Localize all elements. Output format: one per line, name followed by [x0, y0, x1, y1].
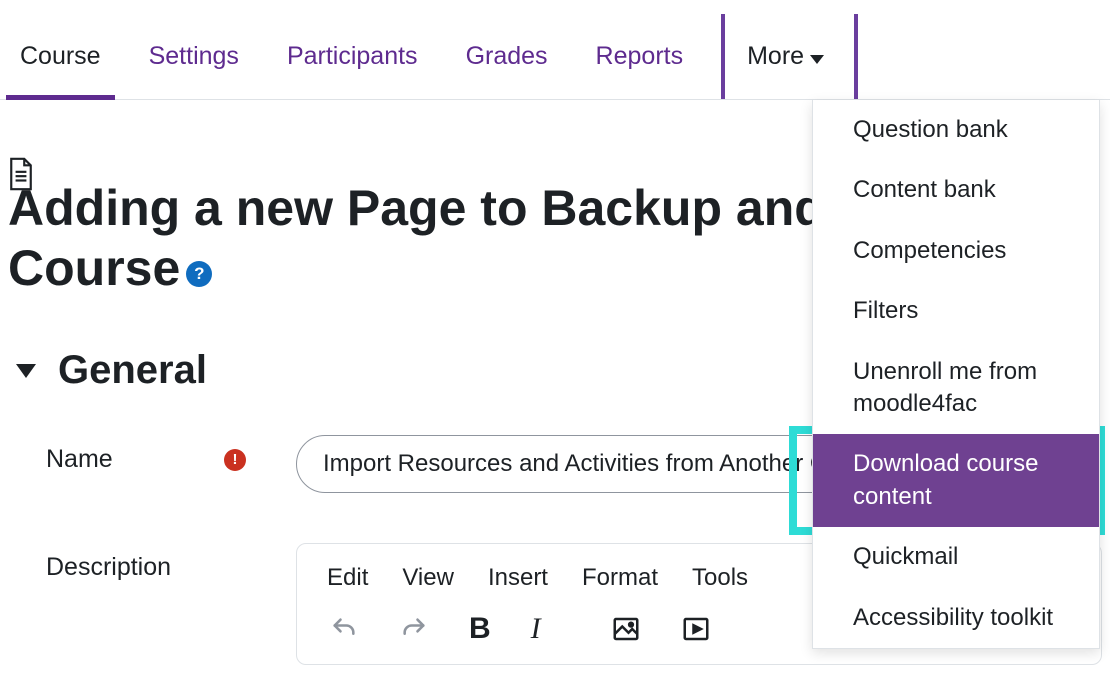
tab-participants[interactable]: Participants [287, 42, 418, 99]
tab-reports[interactable]: Reports [596, 42, 684, 99]
tab-grades[interactable]: Grades [466, 42, 548, 99]
editor-menu-edit[interactable]: Edit [327, 564, 368, 592]
page-resource-icon [8, 144, 34, 178]
dropdown-quickmail[interactable]: Quickmail [813, 527, 1099, 587]
description-label: Description [46, 543, 296, 582]
chevron-down-icon [810, 55, 824, 64]
tab-more[interactable]: More [721, 14, 858, 99]
dropdown-unenroll[interactable]: Unenroll me from moodle4fac [813, 342, 1099, 435]
redo-icon[interactable] [399, 614, 429, 644]
editor-menu-format[interactable]: Format [582, 564, 658, 592]
tab-course[interactable]: Course [20, 42, 101, 99]
dropdown-filters[interactable]: Filters [813, 281, 1099, 341]
section-general-title: General [58, 348, 207, 393]
dropdown-competencies[interactable]: Competencies [813, 221, 1099, 281]
required-icon: ! [224, 449, 246, 471]
editor-menu-insert[interactable]: Insert [488, 564, 548, 592]
undo-icon[interactable] [329, 614, 359, 644]
image-icon[interactable] [611, 614, 641, 644]
bold-icon[interactable]: B [469, 612, 491, 646]
dropdown-content-bank[interactable]: Content bank [813, 160, 1099, 220]
tab-settings[interactable]: Settings [149, 42, 239, 99]
name-label: Name ! [46, 435, 296, 474]
course-tab-bar: Course Settings Participants Grades Repo… [0, 0, 1110, 100]
help-icon[interactable]: ? [186, 261, 212, 287]
dropdown-download-course-content[interactable]: Download course content [813, 434, 1099, 527]
dropdown-question-bank[interactable]: Question bank [813, 100, 1099, 160]
dropdown-accessibility-toolkit[interactable]: Accessibility toolkit [813, 588, 1099, 648]
chevron-down-icon [16, 364, 36, 378]
more-dropdown: Question bank Content bank Competencies … [812, 100, 1100, 649]
media-icon[interactable] [681, 614, 711, 644]
editor-menu-tools[interactable]: Tools [692, 564, 748, 592]
tab-more-label: More [747, 42, 804, 71]
editor-menu-view[interactable]: View [402, 564, 454, 592]
italic-icon[interactable]: I [531, 612, 541, 646]
